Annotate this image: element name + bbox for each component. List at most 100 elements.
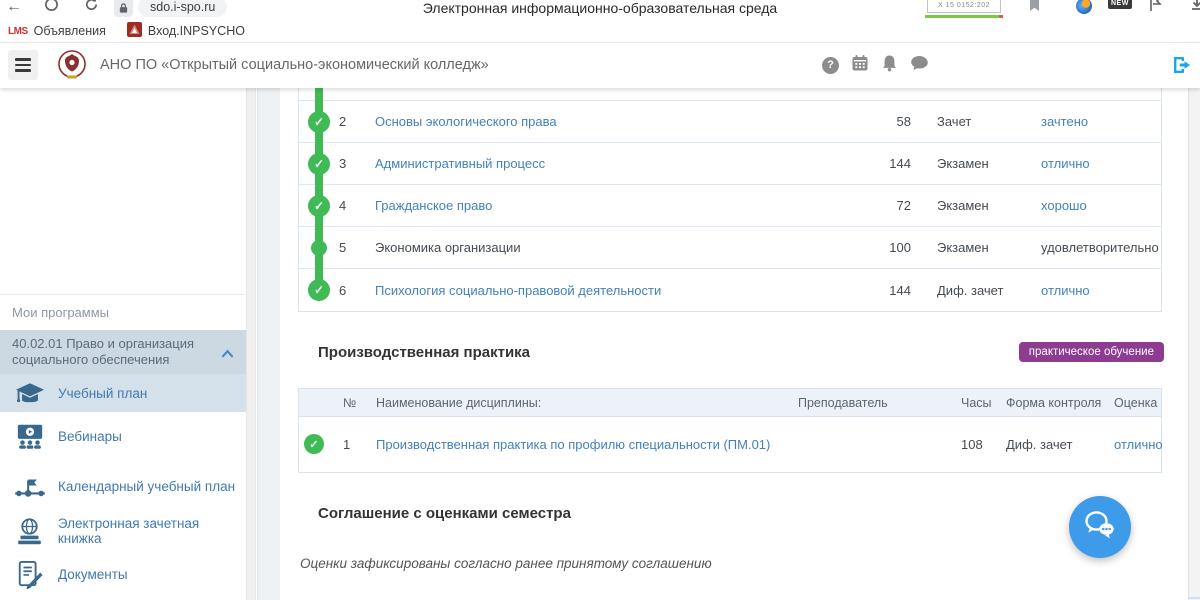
hours-value: 58 (823, 114, 911, 129)
table-row: ✓ 2 Основы экологического права 58 Зачет… (299, 101, 1161, 143)
bookmark-flag-icon[interactable] (1028, 0, 1041, 18)
lms-icon: LMS (8, 26, 28, 37)
browser-extension-icon[interactable] (1076, 0, 1092, 14)
discipline-link[interactable]: Производственная практика по профилю спе… (376, 437, 798, 452)
sidebar-scrollbar[interactable] (246, 88, 256, 600)
hours-value: 100 (823, 240, 911, 255)
sidebar-item-calendar-plan[interactable]: Календарный учебный план (0, 465, 246, 507)
hours-value: 144 (823, 156, 911, 171)
practice-section-title: Производственная практика (318, 344, 530, 361)
browser-page-title: Электронная информационно-образовательна… (330, 0, 870, 16)
table-row: ✓ 4 Гражданское право 72 Экзамен хорошо (299, 185, 1161, 227)
col-name: Наименование дисциплины: (376, 396, 798, 410)
bookmarks-bar: LMS Объявления Вход.INPSYCHO (0, 20, 1200, 43)
program-name: 40.02.01 Право и организация социального… (12, 336, 194, 367)
crest-icon (127, 22, 142, 40)
app-header: АНО ПО «Открытый социально-экономический… (0, 43, 1200, 88)
document-pen-icon (13, 560, 47, 589)
agreement-note: Оценки зафиксированы согласно ранее прин… (300, 556, 712, 571)
status-dot-icon (311, 240, 327, 256)
extension-widget[interactable]: X 15 0152:202 (927, 0, 1001, 13)
sidebar-item-webinars[interactable]: Вебинары (0, 415, 246, 457)
control-form: Экзамен (911, 198, 1041, 213)
menu-icon[interactable] (8, 50, 38, 80)
status-check-icon: ✓ (308, 279, 330, 301)
semester-table: ✓ 2 Основы экологического права 58 Зачет… (298, 88, 1162, 312)
table-row: 5 Экономика организации 100 Экзамен удов… (299, 227, 1161, 269)
chevron-up-icon[interactable] (221, 346, 234, 362)
agreement-section-title: Соглашение с оценками семестра (318, 505, 571, 522)
sidebar-item-label: Документы (58, 567, 128, 582)
row-number: 3 (339, 156, 375, 171)
col-teacher: Преподаватель (798, 396, 961, 410)
grade-value: удовлетворительно (1041, 240, 1161, 255)
col-num: № (343, 396, 376, 410)
control-form: Диф. зачет (911, 283, 1041, 298)
grade-link[interactable]: отлично (1114, 437, 1163, 452)
row-number: 5 (339, 240, 375, 255)
chat-bubbles-icon (1082, 509, 1118, 546)
back-icon[interactable]: ← (6, 0, 22, 17)
globe-books-icon (13, 517, 47, 546)
sidebar-item-gradebook[interactable]: Электронная зачетная книжка (0, 510, 246, 552)
row-number: 4 (339, 198, 375, 213)
table-row: ✓ 6 Психология социально-правовой деятел… (299, 269, 1161, 311)
discipline-link[interactable]: Гражданское право (375, 198, 823, 213)
flag-outline-icon[interactable] (1148, 0, 1163, 18)
help-icon[interactable]: ? (822, 57, 839, 74)
bell-icon[interactable] (881, 54, 898, 77)
browser-toolbar: ← sdo.i-spo.ru Электронная информационно… (0, 0, 1200, 20)
milestones-flag-icon (13, 473, 47, 499)
sidebar: Мои программы 40.02.01 Право и организац… (0, 88, 258, 600)
chat-fab-button[interactable] (1069, 496, 1131, 558)
col-grade: Оценка (1114, 396, 1161, 410)
college-logo (56, 49, 88, 86)
page-background-gap (258, 88, 280, 600)
calendar-icon[interactable] (851, 54, 869, 77)
hours-value: 108 (961, 437, 1006, 452)
practice-badge: практическое обучение (1019, 342, 1164, 362)
control-form: Зачет (911, 114, 1041, 129)
page-scrollbar[interactable] (1188, 88, 1200, 600)
bookmark-inpsycho[interactable]: Вход.INPSYCHO (127, 22, 259, 40)
lock-icon[interactable] (114, 0, 133, 17)
practice-table-header: № Наименование дисциплины: Преподаватель… (299, 389, 1161, 417)
sidebar-item-curriculum[interactable]: Учебный план (0, 374, 246, 412)
discipline-link[interactable]: Психология социально-правовой деятельнос… (375, 283, 823, 298)
sidebar-item-documents[interactable]: Документы (0, 553, 246, 595)
download-icon[interactable] (1190, 0, 1200, 18)
discipline-name: Экономика организации (375, 240, 823, 255)
grade-link[interactable]: хорошо (1041, 198, 1161, 213)
org-name: АНО ПО «Открытый социально-экономический… (100, 43, 489, 88)
refresh-icon[interactable] (84, 0, 99, 18)
chat-icon[interactable] (910, 55, 929, 77)
timeline-line (315, 75, 323, 294)
discipline-link[interactable]: Основы экологического права (375, 114, 823, 129)
practice-table: № Наименование дисциплины: Преподаватель… (298, 388, 1162, 473)
bookmark-announcements[interactable]: LMS Объявления (8, 24, 120, 38)
sidebar-program-header[interactable]: 40.02.01 Право и организация социального… (0, 330, 246, 374)
hours-value: 144 (823, 283, 911, 298)
logout-icon[interactable] (1170, 53, 1194, 82)
control-form: Экзамен (911, 156, 1041, 171)
url-bar[interactable]: sdo.i-spo.ru (138, 0, 227, 17)
control-form: Диф. зачет (1006, 437, 1114, 452)
sidebar-item-label: Учебный план (58, 386, 147, 401)
row-number: 1 (343, 437, 376, 452)
reload-alt-icon[interactable] (44, 0, 59, 18)
extension-progress-bar (925, 15, 1003, 18)
grade-link[interactable]: отлично (1041, 156, 1161, 171)
status-check-icon: ✓ (304, 434, 324, 454)
table-row: ✓ 3 Административный процесс 144 Экзамен… (299, 143, 1161, 185)
grade-link[interactable]: зачтено (1041, 114, 1161, 129)
bookmark-label: Объявления (34, 24, 106, 38)
status-check-icon: ✓ (308, 153, 330, 175)
grade-link[interactable]: отлично (1041, 283, 1161, 298)
status-check-icon: ✓ (308, 111, 330, 133)
graduation-cap-icon (13, 380, 47, 407)
control-form: Экзамен (911, 240, 1041, 255)
new-extension-badge[interactable]: NEW (1108, 0, 1132, 9)
sidebar-item-label: Вебинары (58, 429, 122, 444)
bookmark-label: Вход.INPSYCHO (148, 24, 245, 38)
discipline-link[interactable]: Административный процесс (375, 156, 823, 171)
